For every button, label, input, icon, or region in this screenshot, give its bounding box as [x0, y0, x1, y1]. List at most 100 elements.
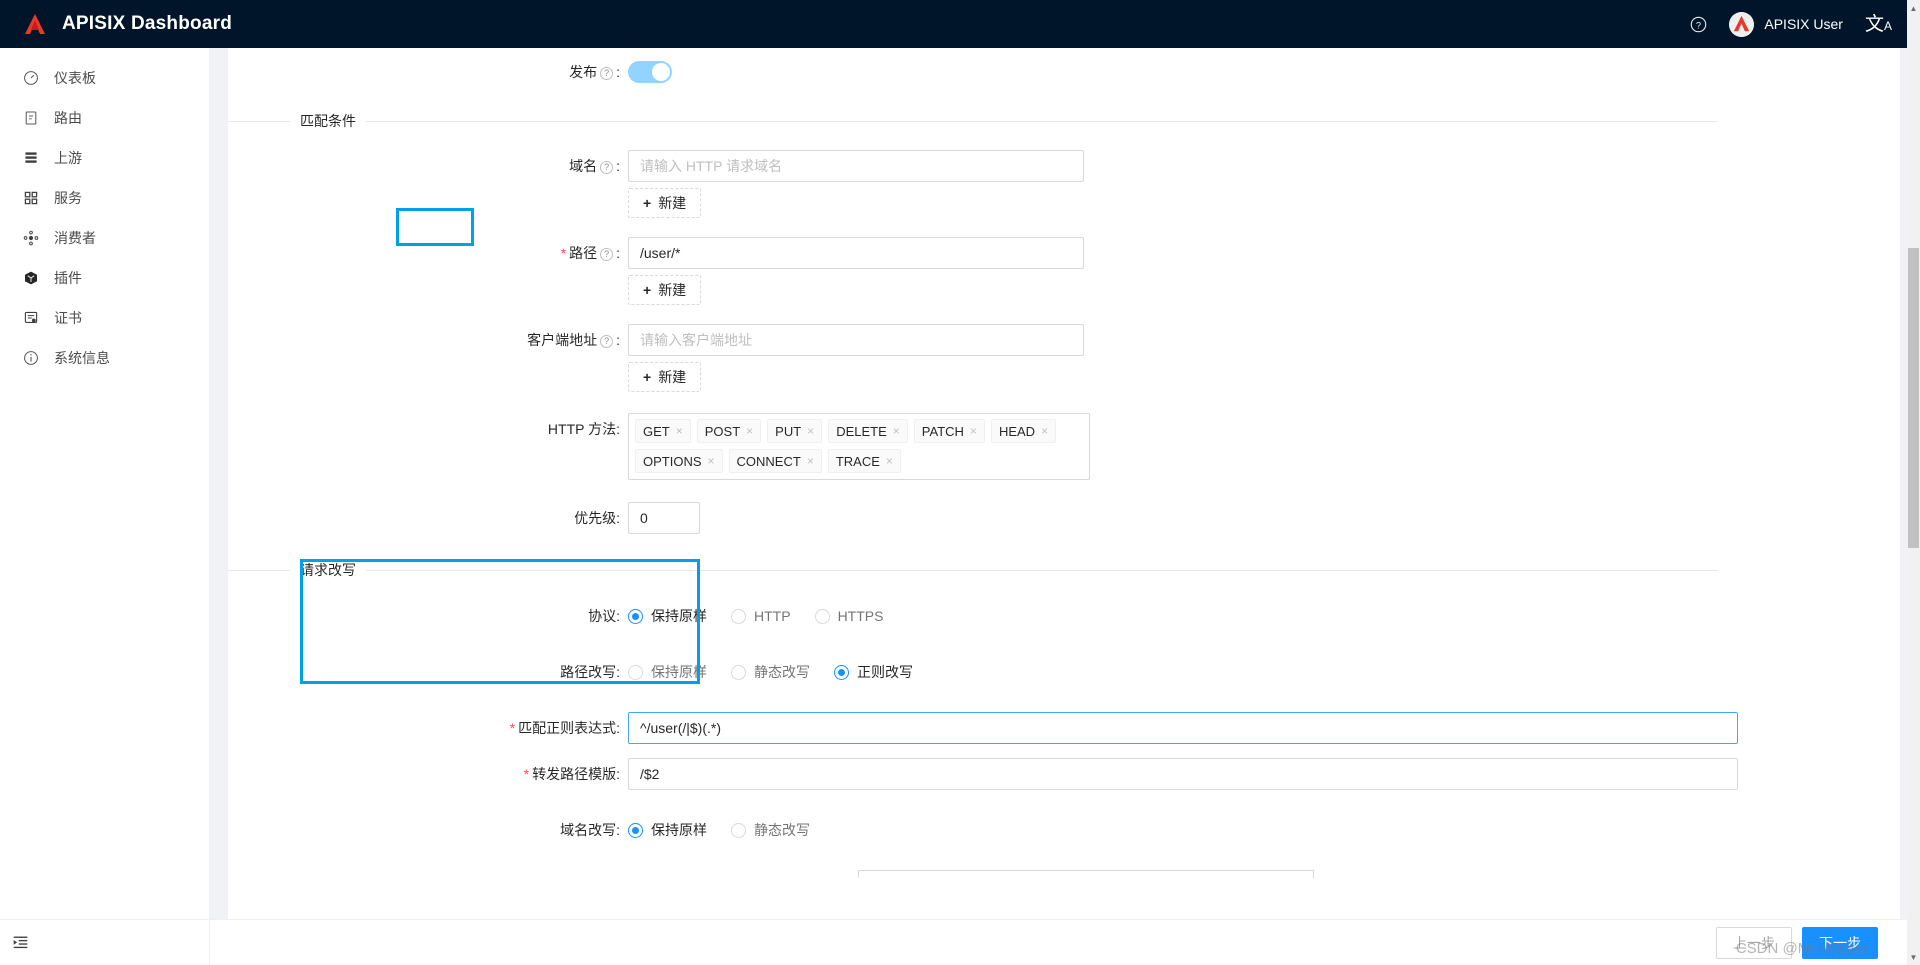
host-rewrite-radio-group[interactable]: 保持原样 静态改写 [628, 814, 1900, 840]
host-rewrite-option-0[interactable]: 保持原样 [628, 820, 707, 840]
method-tag[interactable]: PUT × [767, 419, 823, 443]
required-marker: * [509, 720, 516, 736]
paths-input[interactable]: /user/* [628, 237, 1084, 269]
hosts-input[interactable]: 请输入 HTTP 请求域名 [628, 150, 1084, 182]
consumer-icon [22, 229, 40, 247]
sidebar-item-label: 证书 [54, 310, 82, 326]
translate-icon[interactable]: 文A [1865, 15, 1892, 34]
dashboard-icon [22, 69, 40, 87]
hosts-add-button[interactable]: + 新建 [628, 188, 702, 218]
close-icon[interactable]: × [886, 454, 893, 468]
form-row-paths: * 路径?: /user/* + 新建 [228, 237, 1900, 305]
publish-toggle[interactable] [628, 61, 672, 83]
method-tag-label: HEAD [998, 423, 1036, 439]
method-tag[interactable]: CONNECT × [728, 449, 822, 473]
close-icon[interactable]: × [970, 424, 977, 438]
sidebar-item-dashboard[interactable]: 仪表板 [0, 58, 209, 98]
sidebar: 仪表板 路由 上游 服务 消费者 插件 证书 系统信息 [0, 48, 210, 965]
avatar [1729, 11, 1755, 37]
form-row-priority: 优先级: 0 [228, 502, 1900, 534]
radio-label: 保持原样 [651, 664, 707, 680]
close-icon[interactable]: × [676, 424, 683, 438]
upstream-icon [22, 149, 40, 167]
header-actions: ? APISIX User 文A [1690, 11, 1920, 37]
form-row-regex-template: * 转发路径模版: /$2 [228, 758, 1900, 790]
form-row-hosts: 域名?: 请输入 HTTP 请求域名 + 新建 [228, 150, 1900, 218]
divider-left [228, 569, 290, 571]
regex-match-input[interactable]: ^/user(/|$)(.*) [628, 712, 1738, 744]
hosts-label: 域名?: [569, 158, 620, 174]
remote-addrs-add-button[interactable]: + 新建 [628, 362, 702, 392]
paths-add-button[interactable]: + 新建 [628, 275, 702, 305]
help-icon[interactable]: ? [600, 335, 614, 348]
regex-template-label: * 转发路径模版: [523, 766, 620, 782]
sidebar-item-plugin[interactable]: 插件 [0, 258, 209, 298]
question-circle-icon[interactable]: ? [1690, 16, 1707, 33]
path-rewrite-option-0[interactable]: 保持原样 [628, 662, 707, 682]
radio-dot-icon [628, 822, 643, 838]
scheme-radio-group[interactable]: 保持原样 HTTP HTTPS [628, 600, 1900, 626]
plus-icon: + [643, 282, 652, 298]
sidebar-item-certificate[interactable]: 证书 [0, 298, 209, 338]
close-icon[interactable]: × [807, 454, 814, 468]
scheme-option-0[interactable]: 保持原样 [628, 606, 707, 626]
method-tag[interactable]: HEAD × [990, 419, 1057, 443]
method-tag[interactable]: OPTIONS × [635, 449, 723, 473]
remote-addrs-label: 客户端地址?: [527, 332, 620, 348]
sidebar-footer [0, 919, 210, 965]
menu-fold-icon[interactable] [12, 934, 29, 951]
methods-select[interactable]: GET × POST × PUT × DELETE × PATCH × HEAD × OPTIONS × C… [628, 413, 1090, 480]
next-field-partial [858, 870, 1314, 878]
close-icon[interactable]: × [708, 454, 715, 468]
scroll-down-arrow[interactable]: ▼ [1907, 950, 1920, 965]
method-tag-label: DELETE [836, 423, 887, 439]
scheme-option-2[interactable]: HTTPS [814, 608, 883, 624]
info-icon [22, 349, 40, 367]
sidebar-item-route[interactable]: 路由 [0, 98, 209, 138]
scroll-up-arrow[interactable]: ▲ [1907, 0, 1920, 48]
method-tag-label: POST [704, 423, 741, 439]
method-tag[interactable]: GET × [635, 419, 691, 443]
form-footer: 上一步 下一步 [210, 919, 1920, 965]
host-rewrite-option-1[interactable]: 静态改写 [731, 820, 810, 840]
add-label: 新建 [658, 282, 687, 298]
method-tag[interactable]: POST × [696, 419, 762, 443]
path-rewrite-option-2[interactable]: 正则改写 [834, 662, 913, 682]
close-icon[interactable]: × [807, 424, 814, 438]
method-tag[interactable]: TRACE × [827, 449, 901, 473]
sidebar-item-service[interactable]: 服务 [0, 178, 209, 218]
user-menu[interactable]: APISIX User [1729, 11, 1843, 37]
next-step-button[interactable]: 下一步 [1802, 926, 1878, 959]
sidebar-item-upstream[interactable]: 上游 [0, 138, 209, 178]
page-scrollbar[interactable]: ▼ [1907, 48, 1920, 965]
remote-addrs-input[interactable]: 请输入客户端地址 [628, 324, 1084, 356]
brand: APISIX Dashboard [0, 11, 232, 37]
radio-dot-icon [628, 608, 643, 624]
priority-input[interactable]: 0 [628, 502, 700, 534]
help-icon[interactable]: ? [600, 248, 614, 261]
svg-text:?: ? [1696, 20, 1701, 30]
sidebar-item-consumer[interactable]: 消费者 [0, 218, 209, 258]
close-icon[interactable]: × [1041, 424, 1048, 438]
paths-label: * 路径?: [560, 245, 620, 261]
method-tag[interactable]: DELETE × [828, 419, 908, 443]
help-icon[interactable]: ? [600, 161, 614, 174]
close-icon[interactable]: × [893, 424, 900, 438]
method-tag[interactable]: PATCH × [913, 419, 985, 443]
path-rewrite-radio-group[interactable]: 保持原样 静态改写 正则改写 [628, 656, 1900, 682]
regex-template-input[interactable]: /$2 [628, 758, 1738, 790]
scheme-option-1[interactable]: HTTP [731, 608, 791, 624]
sidebar-item-system-info[interactable]: 系统信息 [0, 338, 209, 378]
help-icon[interactable]: ? [600, 67, 614, 80]
sidebar-item-label: 服务 [54, 190, 82, 206]
form-row-host-rewrite: 域名改写: 保持原样 静态改写 [228, 814, 1900, 846]
plugin-icon [22, 269, 40, 287]
path-rewrite-option-1[interactable]: 静态改写 [731, 662, 810, 682]
form-row-methods: HTTP 方法: GET × POST × PUT × DELETE × PATCH × HEAD ×… [228, 413, 1900, 480]
scrollbar-thumb[interactable] [1908, 248, 1919, 548]
divider-left [228, 120, 290, 122]
required-marker: * [560, 245, 567, 261]
previous-step-button[interactable]: 上一步 [1716, 926, 1792, 959]
required-marker: * [523, 766, 530, 782]
close-icon[interactable]: × [746, 424, 753, 438]
